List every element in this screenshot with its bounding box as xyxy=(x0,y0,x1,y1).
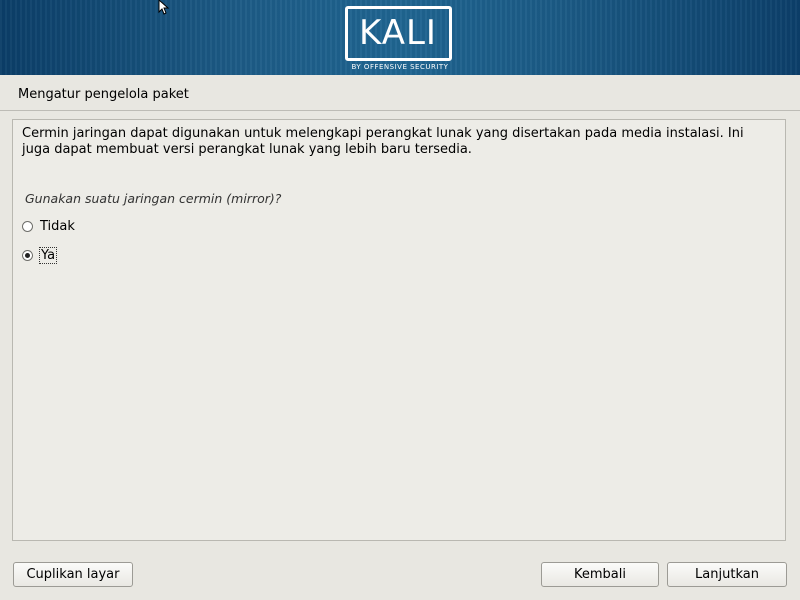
radio-tidak[interactable] xyxy=(22,220,33,232)
logo-subtitle: BY OFFENSIVE SECURITY xyxy=(351,63,449,71)
screenshot-button[interactable]: Cuplikan layar xyxy=(13,562,133,587)
option-label[interactable]: Ya xyxy=(38,246,58,264)
logo-text: KALI xyxy=(359,13,437,53)
page-title: Mengatur pengelola paket xyxy=(18,87,189,102)
continue-button[interactable]: Lanjutkan xyxy=(667,562,787,587)
mouse-pointer-icon xyxy=(158,0,170,15)
kali-logo: KALI BY OFFENSIVE SECURITY xyxy=(344,5,456,73)
option-label[interactable]: Tidak xyxy=(40,219,75,234)
title-divider xyxy=(0,110,800,111)
back-button[interactable]: Kembali xyxy=(541,562,659,587)
radio-ya[interactable] xyxy=(22,249,33,261)
header-banner: KALI BY OFFENSIVE SECURITY xyxy=(0,0,800,75)
question-label: Gunakan suatu jaringan cermin (mirror)? xyxy=(25,191,282,206)
option-ya[interactable]: Ya xyxy=(22,246,58,264)
content-panel: Cermin jaringan dapat digunakan untuk me… xyxy=(12,119,786,541)
option-tidak[interactable]: Tidak xyxy=(22,217,75,235)
description-text: Cermin jaringan dapat digunakan untuk me… xyxy=(22,126,744,157)
